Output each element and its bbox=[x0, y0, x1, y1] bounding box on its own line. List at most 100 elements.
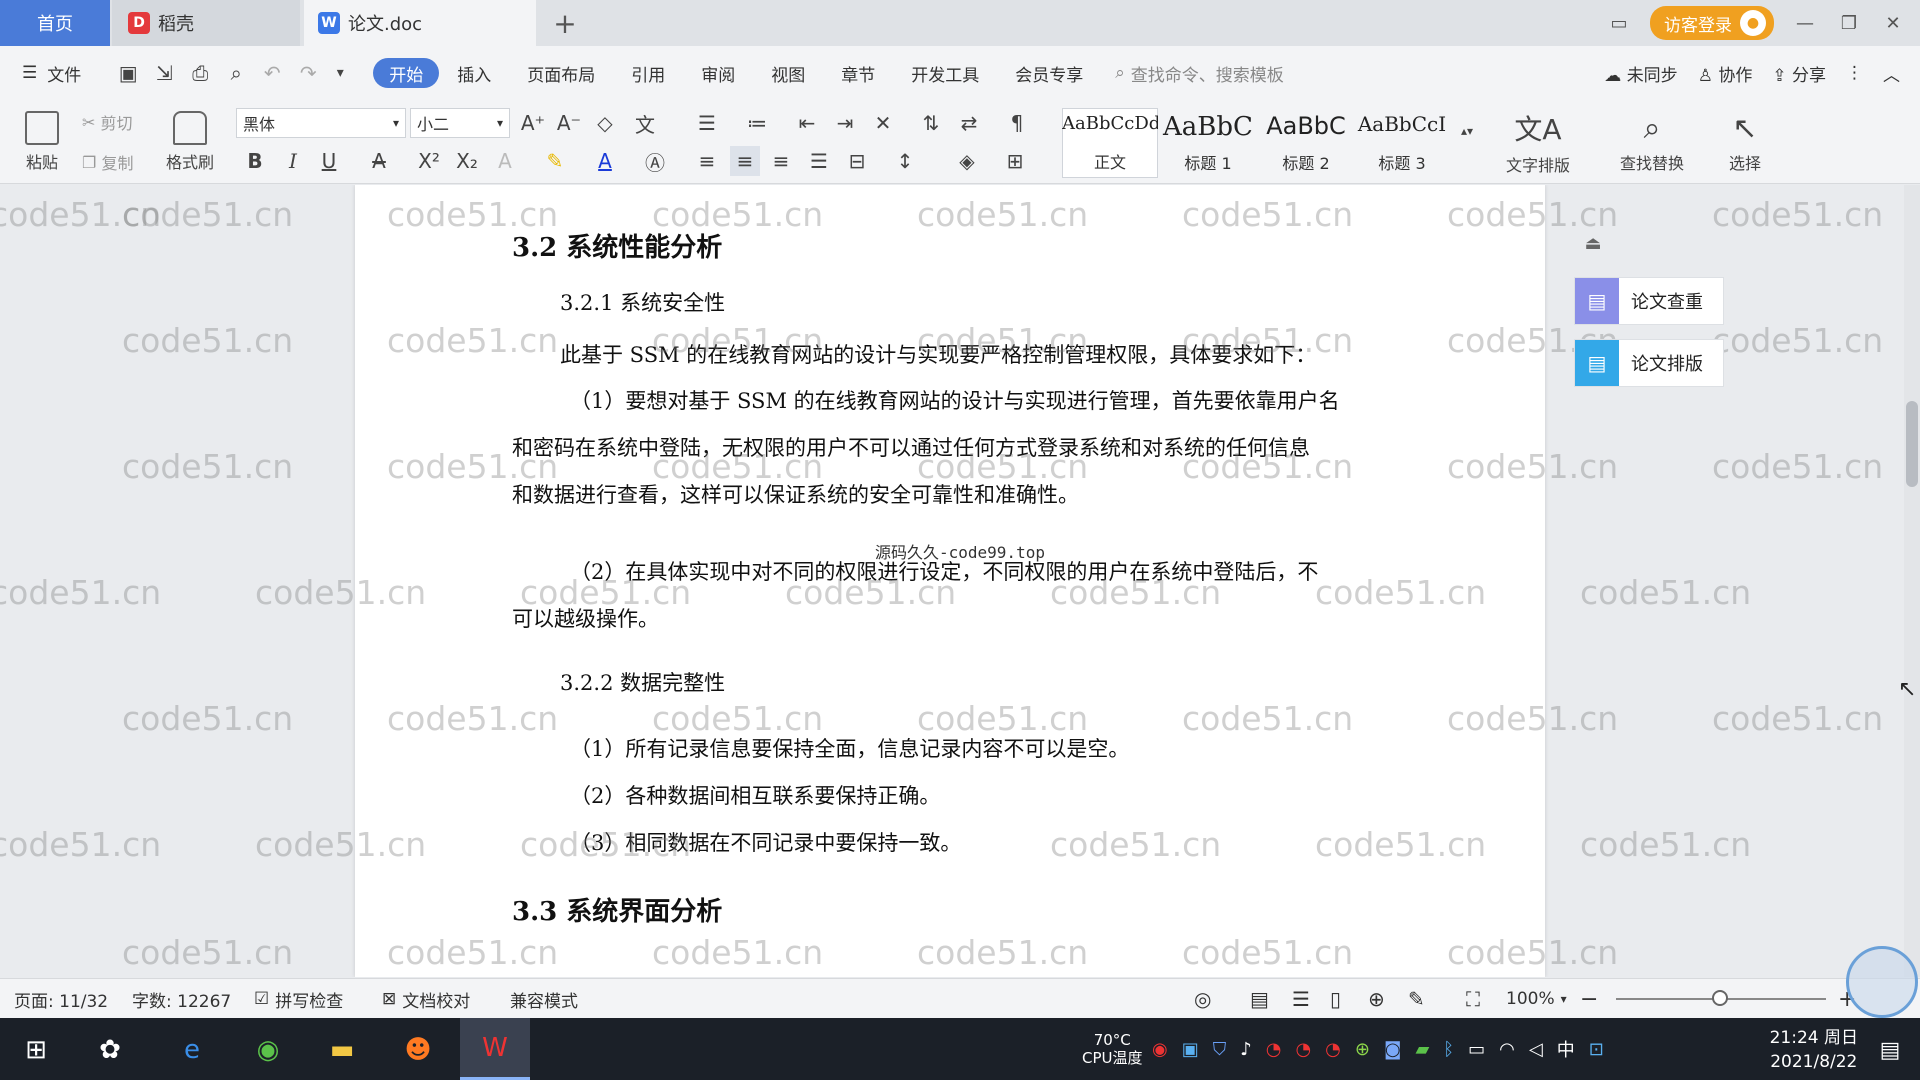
line-spacing-icon[interactable]: ↕ bbox=[890, 146, 920, 176]
clear-format-icon[interactable]: ◇ bbox=[590, 108, 620, 138]
write-view-icon[interactable]: ✎ bbox=[1408, 979, 1425, 1019]
outline-view-icon[interactable]: ☰ bbox=[1292, 979, 1310, 1019]
reading-view-icon[interactable]: ▯ bbox=[1330, 979, 1341, 1019]
menu-view[interactable]: 视图 bbox=[753, 58, 823, 88]
menu-start[interactable]: 开始 bbox=[373, 58, 440, 88]
clock[interactable]: 21:24 周日 2021/8/22 bbox=[1770, 1026, 1858, 1074]
wifi-icon[interactable]: ◠ bbox=[1499, 1039, 1515, 1060]
tray-plus-icon[interactable]: ⊕ bbox=[1355, 1039, 1370, 1060]
proofread-button[interactable]: ⊠ 文档校对 bbox=[382, 979, 470, 1019]
bold-icon[interactable]: B bbox=[240, 146, 270, 176]
char-border-icon[interactable]: Ⓐ bbox=[640, 146, 670, 176]
highlight-icon[interactable]: ✎ bbox=[540, 146, 570, 176]
file-menu[interactable]: ☰ 文件 bbox=[0, 58, 99, 88]
align-right-icon[interactable]: ≡ bbox=[766, 146, 796, 176]
print-icon[interactable]: ⎙ bbox=[185, 58, 215, 88]
zoom-out-icon[interactable]: − bbox=[1580, 979, 1598, 1019]
tray-nvidia-icon[interactable]: ▰ bbox=[1415, 1039, 1429, 1060]
paste-button[interactable]: 粘贴 bbox=[14, 106, 70, 178]
decrease-font-icon[interactable]: A⁻ bbox=[554, 108, 584, 138]
font-color-icon[interactable]: A bbox=[590, 146, 620, 176]
word-count[interactable]: 字数: 12267 bbox=[132, 979, 231, 1019]
app-character-icon[interactable]: ☻ bbox=[396, 1028, 440, 1072]
spell-check-button[interactable]: ☑ 拼写检查 bbox=[254, 979, 343, 1019]
subscript-icon[interactable]: X₂ bbox=[452, 146, 482, 176]
cut-button[interactable]: ✂ 剪切 bbox=[82, 108, 133, 136]
undo-icon[interactable]: ↶ bbox=[257, 58, 287, 88]
text-direction-icon[interactable]: ⇄ bbox=[954, 108, 984, 138]
bluetooth-icon[interactable]: ᛒ bbox=[1443, 1039, 1454, 1060]
wps-writer-taskbar-icon[interactable]: W bbox=[460, 1018, 530, 1080]
style-heading-3[interactable]: AaBbCcI 标题 3 bbox=[1354, 108, 1450, 178]
copy-button[interactable]: ❐ 复制 bbox=[82, 148, 133, 176]
text-layout-button[interactable]: 文A 文字排版 bbox=[1490, 106, 1586, 178]
tray-qq-icon[interactable]: ◔ bbox=[1266, 1039, 1282, 1060]
thesis-layout-button[interactable]: ▤ 论文排版 bbox=[1574, 339, 1724, 387]
quick-access-dropdown-icon[interactable]: ▾ bbox=[325, 58, 355, 88]
floating-assistant-icon[interactable] bbox=[1846, 946, 1918, 1018]
tray-network-app-icon[interactable]: ▣ bbox=[1182, 1039, 1199, 1060]
show-marks-icon[interactable]: ¶ bbox=[1002, 108, 1032, 138]
strikethrough-icon[interactable]: A bbox=[364, 146, 394, 176]
find-replace-button[interactable]: ⌕ 查找替换 bbox=[1604, 106, 1700, 178]
bullet-list-icon[interactable]: ☰ bbox=[692, 108, 722, 138]
web-view-icon[interactable]: ⊕ bbox=[1368, 979, 1385, 1019]
decrease-indent-icon[interactable]: ⇤ bbox=[792, 108, 822, 138]
collapse-panel-icon[interactable]: ⏏ bbox=[1578, 233, 1608, 257]
justify-icon[interactable]: ☰ bbox=[804, 146, 834, 176]
notification-center-icon[interactable]: ▤ bbox=[1868, 1028, 1912, 1072]
align-left-icon[interactable]: ≡ bbox=[692, 146, 722, 176]
collapse-ribbon-icon[interactable]: ︿ bbox=[1883, 61, 1900, 86]
app-fan-icon[interactable]: ✿ bbox=[88, 1028, 132, 1072]
collab-button[interactable]: ♙ 协作 bbox=[1698, 61, 1753, 86]
format-painter-button[interactable]: 格式刷 bbox=[158, 106, 222, 178]
scrollbar-thumb[interactable] bbox=[1906, 401, 1918, 487]
menu-member[interactable]: 会员专享 bbox=[997, 58, 1101, 88]
export-icon[interactable]: ⇲ bbox=[149, 58, 179, 88]
text-effect-icon[interactable]: A bbox=[490, 146, 520, 176]
tray-qq-icon-2[interactable]: ◔ bbox=[1295, 1039, 1311, 1060]
shading-icon[interactable]: ◈ bbox=[952, 146, 982, 176]
thesis-check-button[interactable]: ▤ 论文查重 bbox=[1574, 277, 1724, 325]
volume-icon[interactable]: ◁ bbox=[1529, 1039, 1543, 1060]
tray-app-2-icon[interactable]: ◙ bbox=[1384, 1039, 1401, 1060]
superscript-icon[interactable]: X² bbox=[414, 146, 444, 176]
vertical-scrollbar[interactable] bbox=[1904, 185, 1920, 977]
numbered-list-icon[interactable]: ≔ bbox=[742, 108, 772, 138]
zoom-slider-thumb[interactable] bbox=[1712, 990, 1728, 1006]
tray-app-icon[interactable]: ◉ bbox=[1152, 1039, 1168, 1060]
borders-icon[interactable]: ⊞ bbox=[1000, 146, 1030, 176]
sort-icon[interactable]: ⇅ bbox=[916, 108, 946, 138]
menu-page-layout[interactable]: 页面布局 bbox=[509, 58, 613, 88]
page-indicator[interactable]: 页面: 11/32 bbox=[14, 979, 108, 1019]
menu-insert[interactable]: 插入 bbox=[439, 58, 509, 88]
restore-icon[interactable]: ❐ bbox=[1836, 13, 1862, 34]
shield-icon[interactable]: ⛉ bbox=[1213, 1039, 1227, 1060]
save-icon[interactable]: ▣ bbox=[113, 58, 143, 88]
browser-360-icon[interactable]: ◉ bbox=[246, 1028, 290, 1072]
battery-icon[interactable]: ▭ bbox=[1468, 1039, 1485, 1060]
layout-toggle-icon[interactable]: ▭ bbox=[1606, 13, 1632, 34]
tab-home[interactable]: 首页 bbox=[0, 0, 110, 46]
redo-icon[interactable]: ↷ bbox=[293, 58, 323, 88]
font-size-select[interactable]: 小二 ▾ bbox=[410, 108, 510, 138]
guest-login-button[interactable]: 访客登录 ● bbox=[1650, 6, 1774, 40]
eye-protect-icon[interactable]: ◎ bbox=[1194, 979, 1211, 1019]
file-explorer-icon[interactable]: ▬ bbox=[320, 1028, 364, 1072]
tab-daoke[interactable]: D 稻壳 bbox=[112, 0, 300, 46]
minimize-icon[interactable]: — bbox=[1792, 13, 1818, 34]
print-preview-icon[interactable]: ⌕ bbox=[221, 58, 251, 88]
page-view-icon[interactable]: ▤ bbox=[1250, 979, 1269, 1019]
menu-review[interactable]: 审阅 bbox=[683, 58, 753, 88]
style-heading-2[interactable]: AaBbC 标题 2 bbox=[1258, 108, 1354, 178]
tray-search-icon[interactable]: ⊡ bbox=[1589, 1039, 1604, 1060]
styles-scroll-icon[interactable]: ▴▾ bbox=[1452, 116, 1482, 146]
zoom-slider[interactable] bbox=[1616, 990, 1826, 1006]
select-button[interactable]: ↖ 选择 bbox=[1710, 106, 1780, 178]
menu-dev-tools[interactable]: 开发工具 bbox=[893, 58, 997, 88]
tray-qq-icon-3[interactable]: ◔ bbox=[1325, 1039, 1341, 1060]
menu-chapter[interactable]: 章节 bbox=[823, 58, 893, 88]
zoom-select[interactable]: 100% ▾ bbox=[1506, 979, 1567, 1019]
underline-icon[interactable]: U bbox=[314, 146, 344, 176]
command-search[interactable]: ⌕ 查找命令、搜索模板 bbox=[1115, 61, 1284, 86]
